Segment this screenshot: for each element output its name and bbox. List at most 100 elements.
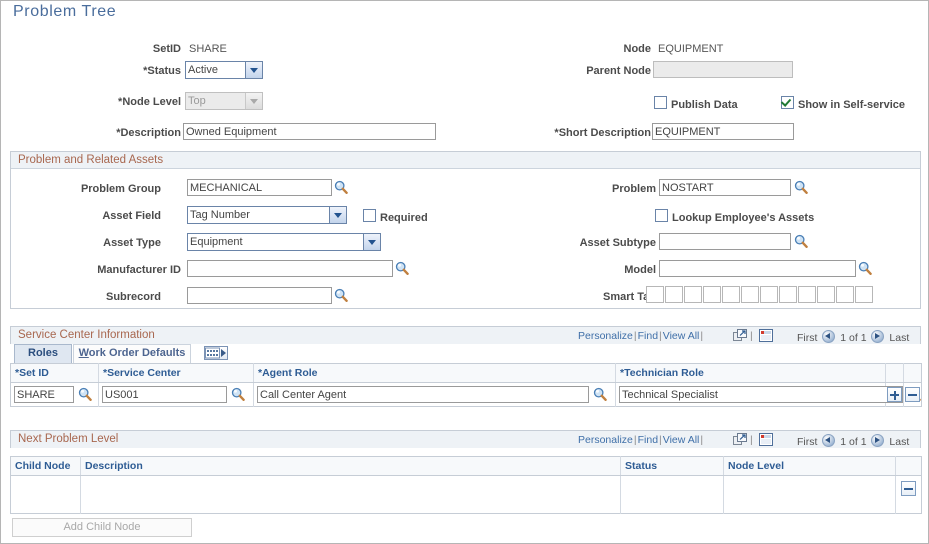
publish-data-checkbox[interactable]: Publish Data [654, 96, 738, 111]
table-row [10, 382, 922, 407]
asset-subtype-label: Asset Subtype [579, 237, 656, 249]
checkbox-checked-icon [781, 96, 794, 109]
pager-first-label[interactable]: First [797, 332, 817, 344]
next-problem-level-grid-header: Next Problem Level Personalize|Find|View… [10, 430, 921, 448]
delete-row-button[interactable] [901, 481, 916, 496]
pager-last-label[interactable]: Last [889, 332, 909, 344]
asset-field-select[interactable]: Tag Number [187, 206, 347, 224]
service-center-pager: First 1 of 1 Last [797, 330, 909, 344]
pager-first-label[interactable]: First [797, 436, 817, 448]
next-page-icon[interactable] [871, 330, 885, 343]
set-id-lookup-icon[interactable] [78, 387, 92, 401]
smart-tag-box[interactable] [798, 286, 816, 303]
model-label: Model [624, 264, 656, 276]
asset-subtype-lookup-icon[interactable] [794, 234, 808, 248]
short-description-label: Short Description [526, 127, 651, 139]
col-delete-row [895, 456, 922, 476]
smart-tag-box[interactable] [703, 286, 721, 303]
expand-all-grid-icon[interactable] [759, 433, 773, 446]
chevron-down-icon [245, 62, 262, 78]
chevron-down-icon [329, 207, 346, 223]
find-link[interactable]: Find [638, 330, 658, 342]
node-label: Node [623, 43, 652, 55]
asset-type-select[interactable]: Equipment [187, 233, 381, 251]
add-row-button[interactable] [887, 387, 902, 402]
smart-tag-box[interactable] [779, 286, 797, 303]
publish-data-label: Publish Data [671, 99, 738, 111]
service-center-toolbar-links: Personalize|Find|View All| [578, 330, 704, 342]
asset-field-select-value: Tag Number [190, 209, 250, 221]
show-all-columns-icon[interactable] [204, 346, 228, 360]
next-problem-level-header-row: Child Node Description Status Node Level [10, 456, 922, 476]
technician-role-input[interactable] [619, 386, 903, 403]
download-to-excel-icon[interactable] [733, 433, 747, 446]
delete-row-button[interactable] [905, 387, 920, 402]
smart-tag-box[interactable] [741, 286, 759, 303]
status-select[interactable]: Active [185, 61, 263, 79]
node-level-select-value: Top [188, 95, 206, 107]
cell-description [80, 475, 621, 514]
service-center-table: *Set ID *Service Center *Agent Role *Tec… [10, 363, 922, 407]
smart-tag-box[interactable] [646, 286, 664, 303]
problem-group-input[interactable] [187, 179, 332, 196]
toolbar-separator: | [750, 434, 753, 446]
model-lookup-icon[interactable] [858, 261, 872, 275]
add-child-node-button[interactable]: Add Child Node [12, 518, 192, 537]
page-title: Problem Tree [13, 3, 117, 20]
smart-tag-box[interactable] [836, 286, 854, 303]
next-problem-level-toolbar-links: Personalize|Find|View All| [578, 434, 704, 446]
lookup-employee-assets-checkbox[interactable]: Lookup Employee's Assets [655, 209, 814, 224]
service-center-header-row: *Set ID *Service Center *Agent Role *Tec… [10, 363, 922, 383]
description-label: Description [51, 127, 181, 139]
service-center-input[interactable] [102, 386, 227, 403]
set-id-input[interactable] [14, 386, 74, 403]
model-input[interactable] [659, 260, 856, 277]
chevron-down-icon [363, 234, 380, 250]
next-problem-level-pager: First 1 of 1 Last [797, 434, 909, 448]
tab-roles[interactable]: Roles [14, 344, 72, 363]
subrecord-input[interactable] [187, 287, 332, 304]
smart-tag-box[interactable] [855, 286, 873, 303]
subrecord-lookup-icon[interactable] [334, 288, 348, 302]
previous-page-icon[interactable] [822, 330, 836, 343]
view-all-link[interactable]: View All [663, 330, 700, 342]
smart-tag-box[interactable] [760, 286, 778, 303]
personalize-link[interactable]: Personalize [578, 434, 633, 446]
tab-work-order-defaults[interactable]: Work Order Defaults [73, 344, 191, 363]
smart-tag-box[interactable] [665, 286, 683, 303]
cell-service-center [98, 382, 254, 407]
agent-role-input[interactable] [257, 386, 589, 403]
smart-tag-box[interactable] [684, 286, 702, 303]
col-set-id: *Set ID [10, 363, 99, 383]
smart-tag-box[interactable] [817, 286, 835, 303]
service-center-lookup-icon[interactable] [231, 387, 245, 401]
next-page-icon[interactable] [871, 434, 885, 447]
problem-input[interactable] [659, 179, 791, 196]
find-link[interactable]: Find [638, 434, 658, 446]
pager-last-label[interactable]: Last [889, 436, 909, 448]
smart-tag-box[interactable] [722, 286, 740, 303]
personalize-link[interactable]: Personalize [578, 330, 633, 342]
cell-technician-role [615, 382, 921, 407]
parent-node-label: Parent Node [586, 65, 651, 77]
problem-lookup-icon[interactable] [794, 180, 808, 194]
short-description-input[interactable] [652, 123, 794, 140]
show-in-self-service-checkbox[interactable]: Show in Self-service [781, 96, 905, 111]
asset-subtype-input[interactable] [659, 233, 791, 250]
smart-tag-input-group[interactable] [646, 286, 874, 303]
problem-and-related-assets-caption: Problem and Related Assets [11, 152, 920, 169]
pager-count: 1 of 1 [840, 332, 867, 344]
manufacturer-id-lookup-icon[interactable] [395, 261, 409, 275]
download-to-excel-icon[interactable] [733, 329, 747, 342]
agent-role-lookup-icon[interactable] [593, 387, 607, 401]
checkbox-icon [363, 209, 376, 222]
required-checkbox[interactable]: Required [363, 209, 428, 224]
manufacturer-id-input[interactable] [187, 260, 393, 277]
problem-group-lookup-icon[interactable] [334, 180, 348, 194]
view-all-link[interactable]: View All [663, 434, 700, 446]
col-add-row [885, 363, 904, 383]
expand-all-grid-icon[interactable] [759, 329, 773, 342]
description-input[interactable] [183, 123, 436, 140]
previous-page-icon[interactable] [822, 434, 836, 447]
node-value: EQUIPMENT [658, 43, 724, 55]
